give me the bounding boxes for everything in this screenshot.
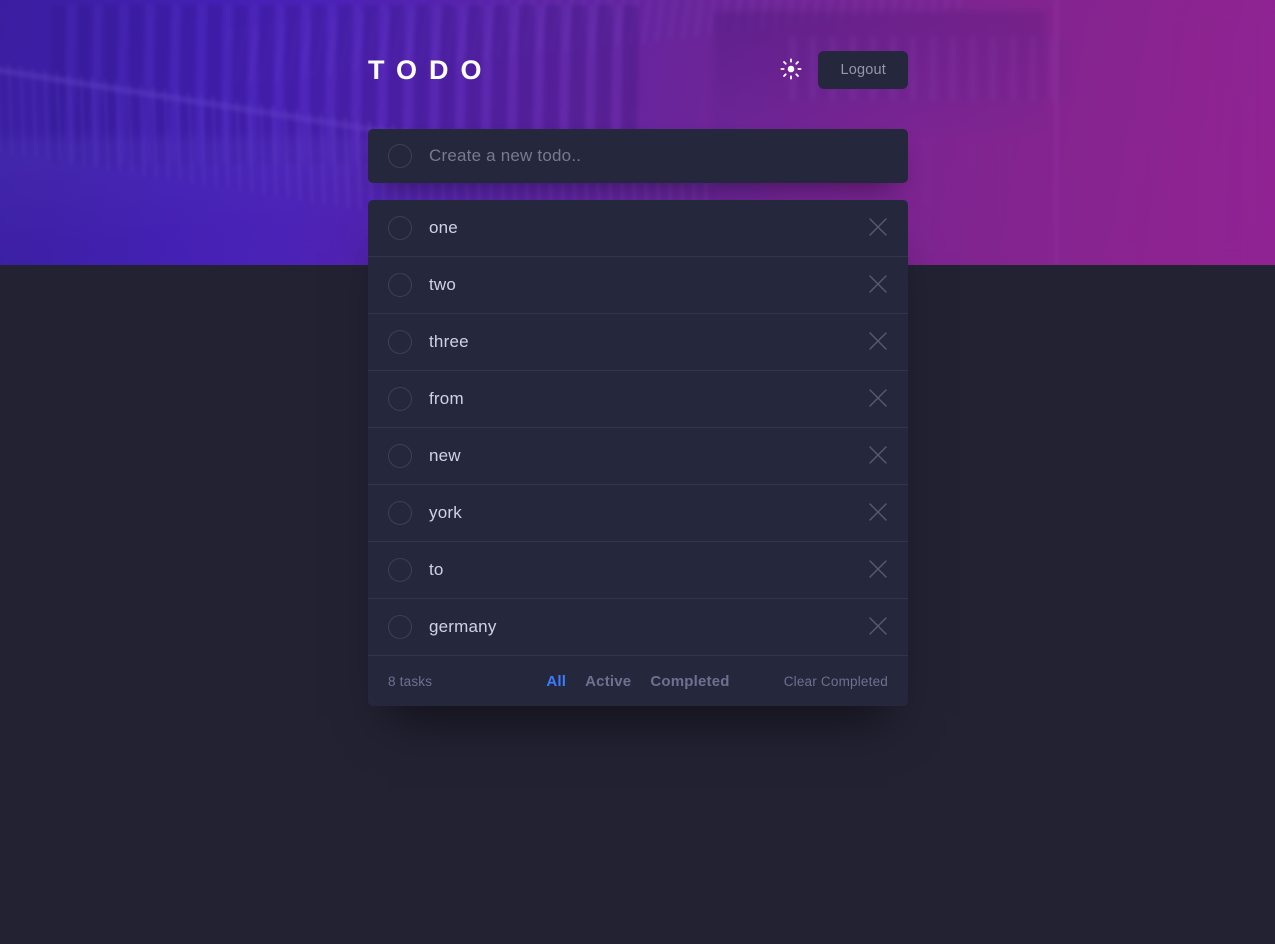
delete-todo-button[interactable] bbox=[868, 388, 888, 410]
close-icon bbox=[869, 445, 887, 467]
filter-group: All Active Completed bbox=[546, 673, 729, 690]
close-icon bbox=[869, 502, 887, 524]
clear-completed-button[interactable]: Clear Completed bbox=[784, 674, 888, 689]
todo-item-new[interactable]: new bbox=[368, 428, 908, 485]
delete-todo-button[interactable] bbox=[868, 559, 888, 581]
create-todo-input[interactable] bbox=[429, 146, 888, 166]
theme-toggle-button[interactable] bbox=[778, 57, 804, 83]
todo-item-two[interactable]: two bbox=[368, 257, 908, 314]
delete-todo-button[interactable] bbox=[868, 274, 888, 296]
logout-button[interactable]: Logout bbox=[818, 51, 908, 89]
todo-checkbox[interactable] bbox=[388, 558, 412, 582]
close-icon bbox=[869, 616, 887, 638]
todo-list-card: one two three from new york to germany 8… bbox=[368, 200, 908, 706]
sun-icon bbox=[780, 57, 802, 83]
delete-todo-button[interactable] bbox=[868, 502, 888, 524]
todo-label: york bbox=[429, 503, 462, 522]
delete-todo-button[interactable] bbox=[868, 331, 888, 353]
close-icon bbox=[869, 217, 887, 239]
app-logo: TODO bbox=[368, 54, 494, 85]
todo-label: two bbox=[429, 275, 457, 294]
todo-item-one[interactable]: one bbox=[368, 200, 908, 257]
todo-checkbox[interactable] bbox=[388, 615, 412, 639]
todo-checkbox[interactable] bbox=[388, 216, 412, 240]
todo-label: new bbox=[429, 446, 461, 465]
todo-item-from[interactable]: from bbox=[368, 371, 908, 428]
filter-active[interactable]: Active bbox=[585, 673, 631, 690]
todo-item-germany[interactable]: germany bbox=[368, 599, 908, 656]
create-todo-checkbox[interactable] bbox=[388, 144, 412, 168]
delete-todo-button[interactable] bbox=[868, 217, 888, 239]
todo-checkbox[interactable] bbox=[388, 387, 412, 411]
todo-label: germany bbox=[429, 617, 497, 636]
close-icon bbox=[869, 388, 887, 410]
todo-item-to[interactable]: to bbox=[368, 542, 908, 599]
close-icon bbox=[869, 274, 887, 296]
filter-completed[interactable]: Completed bbox=[650, 673, 729, 690]
app-header: TODO Logout bbox=[368, 50, 908, 90]
close-icon bbox=[869, 559, 887, 581]
todo-label: to bbox=[429, 560, 444, 579]
filter-all[interactable]: All bbox=[546, 673, 566, 690]
todo-label: three bbox=[429, 332, 469, 351]
todo-checkbox[interactable] bbox=[388, 330, 412, 354]
task-count: 8 tasks bbox=[388, 673, 433, 689]
todo-item-york[interactable]: york bbox=[368, 485, 908, 542]
todo-checkbox[interactable] bbox=[388, 444, 412, 468]
todo-label: from bbox=[429, 389, 464, 408]
header-actions: Logout bbox=[778, 51, 908, 89]
todo-item-three[interactable]: three bbox=[368, 314, 908, 371]
todo-label: one bbox=[429, 218, 458, 237]
delete-todo-button[interactable] bbox=[868, 616, 888, 638]
todo-footer-inner: 8 tasks All Active Completed Clear Compl… bbox=[388, 673, 888, 690]
todo-app: one two bbox=[368, 129, 908, 706]
todo-checkbox[interactable] bbox=[388, 501, 412, 525]
create-todo-row bbox=[368, 129, 908, 183]
delete-todo-button[interactable] bbox=[868, 445, 888, 467]
close-icon bbox=[869, 331, 887, 353]
todo-checkbox[interactable] bbox=[388, 273, 412, 297]
todo-footer: 8 tasks All Active Completed Clear Compl… bbox=[368, 656, 908, 706]
